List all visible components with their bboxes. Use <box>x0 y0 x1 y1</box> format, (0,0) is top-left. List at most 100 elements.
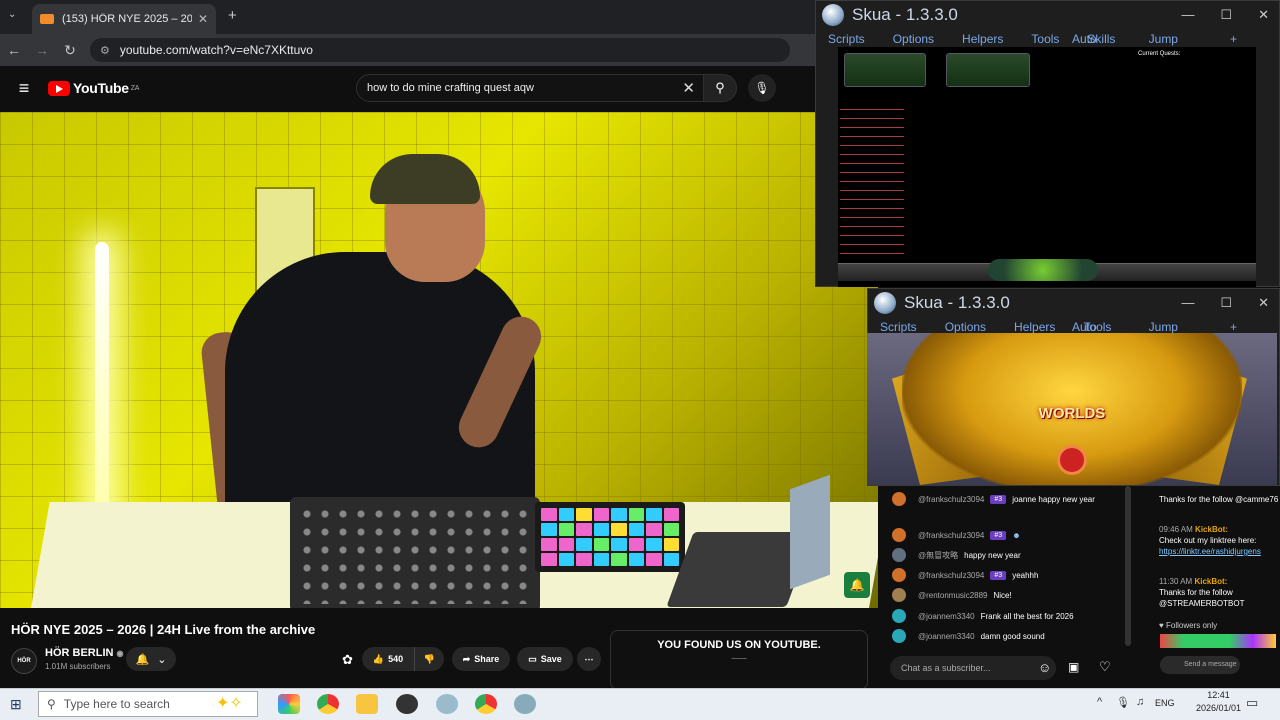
chrome-icon[interactable] <box>317 694 339 714</box>
chat-author: @frankschulz3094 <box>918 570 985 580</box>
chat-input[interactable]: Chat as a subscriber... <box>890 656 1056 680</box>
chrome-icon[interactable] <box>475 694 497 714</box>
emote-bar[interactable] <box>1160 634 1276 648</box>
chat-input-placeholder: Chat as a subscriber... <box>901 663 991 673</box>
tab-search-icon[interactable]: ⌄ <box>8 9 16 20</box>
minimize-icon[interactable]: — <box>1181 7 1194 23</box>
skill-bar[interactable] <box>988 259 1098 281</box>
gift-icon[interactable]: ✿ <box>342 652 353 668</box>
back-icon[interactable]: ← <box>0 42 28 58</box>
chat-author: @joannem3340 <box>918 611 975 621</box>
chat-scrollbar[interactable] <box>1125 486 1131 646</box>
dislike-button[interactable]: 👎 <box>414 647 444 671</box>
tab-close-icon[interactable]: ✕ <box>198 12 208 26</box>
maximize-icon[interactable]: ☐ <box>1220 7 1232 23</box>
heart-icon[interactable]: ♡ <box>1099 659 1111 675</box>
bell-icon: 🔔 <box>135 653 150 666</box>
clear-search-icon[interactable]: ✕ <box>682 79 695 97</box>
current-quests-label: Current Quests: <box>1138 51 1181 57</box>
start-icon[interactable]: ⊞ <box>10 696 22 713</box>
super-chat-icon[interactable]: ▣ <box>1068 660 1079 674</box>
channel-avatar[interactable]: HÖR <box>11 648 37 674</box>
window-controls: — ☐ ✕ <box>1181 295 1269 311</box>
skua-taskbar-icon[interactable] <box>514 694 536 714</box>
game-view-1[interactable]: Current Quests: <box>838 47 1256 287</box>
chat-author: @無冒攻略 <box>918 550 959 560</box>
menu-helpers[interactable]: Helpers <box>1014 320 1055 334</box>
new-tab-icon[interactable]: + <box>228 7 237 24</box>
menu-tools[interactable]: Tools <box>1031 32 1059 46</box>
maximize-icon[interactable]: ☐ <box>1220 295 1232 311</box>
chat-text: yeahhh <box>1012 570 1039 580</box>
forward-icon[interactable]: → <box>28 42 56 58</box>
more-actions-button[interactable]: ⋯ <box>577 647 601 671</box>
share-label: Share <box>474 654 500 664</box>
emoji-icon[interactable]: ☺ <box>1038 660 1051 675</box>
menu-auto[interactable]: Auto <box>1072 320 1097 334</box>
menu-options[interactable]: Options <box>945 320 986 334</box>
address-bar[interactable]: ⚙ youtube.com/watch?v=eNc7XKttuvo <box>90 38 790 62</box>
side-chat-text: Thanks for the follow @STREAMERBOTBOT <box>1159 588 1245 608</box>
app-icon[interactable] <box>436 694 458 714</box>
send-message-input[interactable]: Send a message <box>1160 656 1240 674</box>
menu-scripts[interactable]: Scripts <box>828 32 865 46</box>
share-button[interactable]: ➦ Share <box>452 647 510 671</box>
tray-chevron-icon[interactable]: ^ <box>1097 696 1102 708</box>
save-button[interactable]: ▭ Save <box>517 647 573 671</box>
notification-center-icon[interactable]: ▭ <box>1246 695 1258 711</box>
country-code: ZA <box>130 84 140 92</box>
video-player[interactable] <box>0 112 878 608</box>
volume-icon[interactable]: ♫ <box>1136 696 1144 708</box>
menu-add[interactable]: + <box>1230 320 1237 334</box>
game-view-2[interactable]: WORLDS <box>867 333 1277 485</box>
side-chat-text: Check out my linktree here: <box>1159 536 1257 545</box>
close-icon[interactable]: ✕ <box>1258 295 1269 311</box>
chat-message: @frankschulz3094 #3 yeahhh <box>892 568 1038 582</box>
clock[interactable]: 12:41 2026/01/01 <box>1196 689 1241 715</box>
side-chat-user: KickBot: <box>1195 525 1228 534</box>
youtube-logo[interactable]: YouTube ZA <box>48 80 139 96</box>
sparkle-icon: ✦✧ <box>216 695 243 712</box>
menu-jump[interactable]: Jump <box>1149 320 1178 334</box>
subscribed-button[interactable]: 🔔 ⌄ <box>126 647 176 671</box>
menu-add[interactable]: + <box>1230 32 1237 46</box>
chat-message: @rentonmusic2889 Nice! <box>892 588 1012 602</box>
chat-text: damn good sound <box>980 631 1045 641</box>
close-icon[interactable]: ✕ <box>1258 7 1269 23</box>
chat-avatar <box>892 609 906 623</box>
menu-options[interactable]: Options <box>893 32 934 46</box>
channel-name[interactable]: HÖR BERLIN ◉ <box>45 647 124 659</box>
notification-icon[interactable]: 🔔 <box>844 572 870 598</box>
member-badge: #3 <box>990 570 1007 580</box>
mic-tray-icon[interactable]: 🎙 <box>1116 696 1130 709</box>
file-explorer-icon[interactable] <box>356 694 378 714</box>
menu-helpers[interactable]: Helpers <box>962 32 1003 46</box>
browser-tab[interactable]: (153) HÖR NYE 2025 – 2026 ✕ <box>32 4 216 34</box>
linktree-link[interactable]: https://linktr.ee/rashidjurgens <box>1159 546 1271 557</box>
menu-icon[interactable]: ≡ <box>0 78 48 99</box>
followers-only-label: ♥ Followers only <box>1159 621 1218 630</box>
copilot-icon[interactable] <box>278 694 300 714</box>
language-indicator[interactable]: ENG <box>1155 698 1175 708</box>
youtube-favicon-icon <box>40 14 54 24</box>
sticker-icon: ☻ <box>1012 530 1021 540</box>
like-button[interactable]: 👍 540 <box>362 647 414 671</box>
menu-auto[interactable]: Auto <box>1072 32 1097 46</box>
reload-icon[interactable]: ↻ <box>56 42 84 59</box>
player-portrait <box>844 53 926 87</box>
app-icon[interactable] <box>396 694 418 714</box>
search-input[interactable]: how to do mine crafting quest aqw ✕ <box>356 74 704 102</box>
menu-scripts[interactable]: Scripts <box>880 320 917 334</box>
promo-card[interactable]: YOU FOUND US ON YOUTUBE. ——— <box>610 630 868 690</box>
clock-date: 2026/01/01 <box>1196 703 1242 713</box>
search-icon: ⚲ <box>715 80 725 95</box>
side-chat-entry: Thanks for the follow @camme76 <box>1159 494 1278 505</box>
search-icon: ⚲ <box>47 697 56 711</box>
voice-search-button[interactable]: 🎙 <box>748 74 776 102</box>
loading-cancel-button[interactable] <box>1057 445 1087 475</box>
site-info-icon[interactable]: ⚙ <box>100 44 110 57</box>
chevron-down-icon: ⌄ <box>157 653 167 666</box>
search-button[interactable]: ⚲ <box>703 74 737 102</box>
menu-jump[interactable]: Jump <box>1149 32 1178 46</box>
minimize-icon[interactable]: — <box>1181 295 1194 311</box>
